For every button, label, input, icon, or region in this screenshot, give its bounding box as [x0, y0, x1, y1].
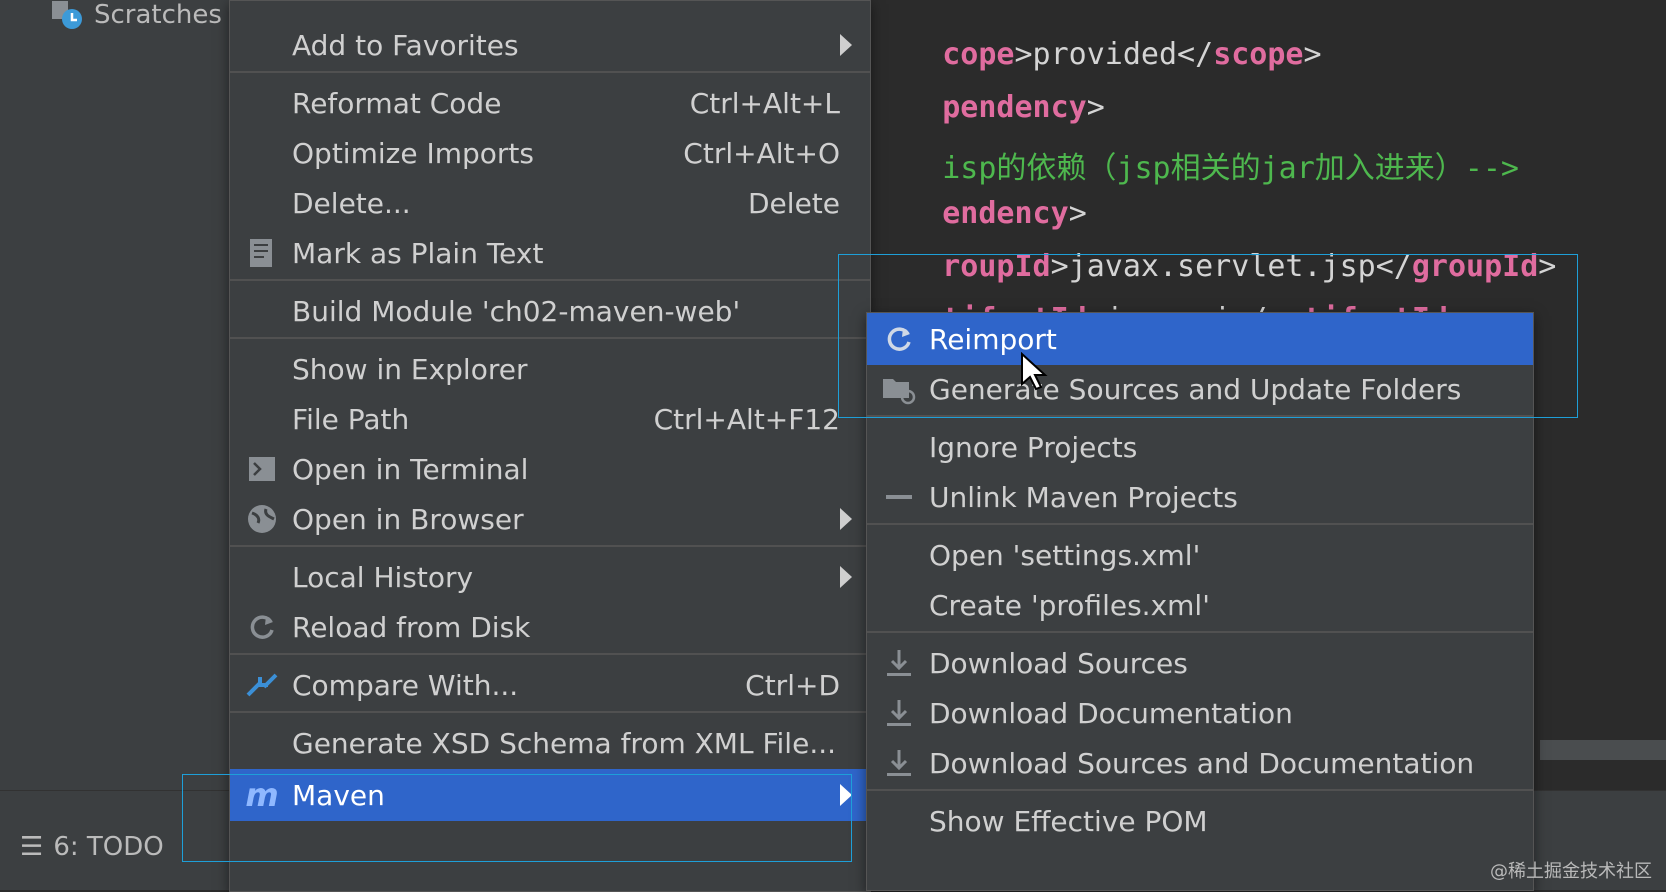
reload-icon — [242, 607, 282, 647]
menu-item-unlink-projects[interactable]: Unlink Maven Projects — [867, 471, 1533, 523]
menu-item-compare-with[interactable]: Compare With... Ctrl+D — [230, 659, 870, 711]
menu-item-generate-xsd[interactable]: Generate XSD Schema from XML File... — [230, 717, 870, 769]
menu-item-optimize-imports[interactable]: Optimize Imports Ctrl+Alt+O — [230, 127, 870, 179]
menu-item-create-profiles[interactable]: Create 'profiles.xml' — [867, 579, 1533, 631]
context-menu: Add to Favorites Reformat Code Ctrl+Alt+… — [229, 0, 871, 892]
menu-item-build-module[interactable]: Build Module 'ch02-maven-web' — [230, 285, 870, 337]
menu-item-reload-from-disk[interactable]: Reload from Disk — [230, 601, 870, 653]
terminal-icon — [242, 449, 282, 489]
globe-icon — [242, 499, 282, 539]
todo-tab[interactable]: ☰ 6: TODO — [20, 832, 164, 862]
menu-item-delete[interactable]: Delete... Delete — [230, 177, 870, 229]
menu-item-download-sources[interactable]: Download Sources — [867, 637, 1533, 689]
menu-separator — [230, 653, 870, 655]
menu-item-open-settings[interactable]: Open 'settings.xml' — [867, 529, 1533, 581]
watermark: @稀土掘金技术社区 — [1490, 861, 1652, 882]
download-icon — [879, 743, 919, 783]
menu-separator — [230, 711, 870, 713]
menu-separator — [230, 337, 870, 339]
menu-item-add-to-favorites[interactable]: Add to Favorites — [230, 19, 870, 71]
download-icon — [879, 693, 919, 733]
submenu-arrow-icon — [840, 34, 852, 56]
scratches-icon — [50, 0, 86, 31]
menu-item-download-documentation[interactable]: Download Documentation — [867, 687, 1533, 739]
minus-icon — [879, 477, 919, 517]
menu-item-download-sources-and-documentation[interactable]: Download Sources and Documentation — [867, 737, 1533, 789]
menu-item-ignore-projects[interactable]: Ignore Projects — [867, 421, 1533, 473]
todo-label: 6: TODO — [53, 832, 164, 862]
menu-separator — [230, 545, 870, 547]
highlight-box — [838, 254, 1578, 418]
submenu-arrow-icon — [840, 508, 852, 530]
compare-icon — [242, 665, 282, 705]
menu-item-mark-plain-text[interactable]: Mark as Plain Text — [230, 227, 870, 279]
menu-item-local-history[interactable]: Local History — [230, 551, 870, 603]
plain-text-icon — [242, 233, 282, 273]
menu-item-reformat-code[interactable]: Reformat Code Ctrl+Alt+L — [230, 77, 870, 129]
menu-item-show-in-explorer[interactable]: Show in Explorer — [230, 343, 870, 395]
menu-separator — [867, 523, 1533, 525]
menu-item-show-effective-pom[interactable]: Show Effective POM — [867, 795, 1533, 847]
menu-item-open-in-terminal[interactable]: Open in Terminal — [230, 443, 870, 495]
list-icon: ☰ — [20, 832, 44, 862]
horizontal-scrollbar[interactable] — [1540, 740, 1666, 760]
submenu-arrow-icon — [840, 566, 852, 588]
scratches-item[interactable]: Scratches — [50, 0, 222, 30]
project-panel — [0, 0, 230, 790]
menu-item-open-in-browser[interactable]: Open in Browser — [230, 493, 870, 545]
scratches-label: Scratches — [94, 0, 222, 30]
highlight-box — [182, 774, 852, 862]
menu-item-file-path[interactable]: File Path Ctrl+Alt+F12 — [230, 393, 870, 445]
menu-separator — [867, 789, 1533, 791]
menu-separator — [867, 631, 1533, 633]
menu-separator — [230, 279, 870, 281]
download-icon — [879, 643, 919, 683]
menu-separator — [230, 71, 870, 73]
mouse-cursor-icon — [1020, 351, 1048, 396]
